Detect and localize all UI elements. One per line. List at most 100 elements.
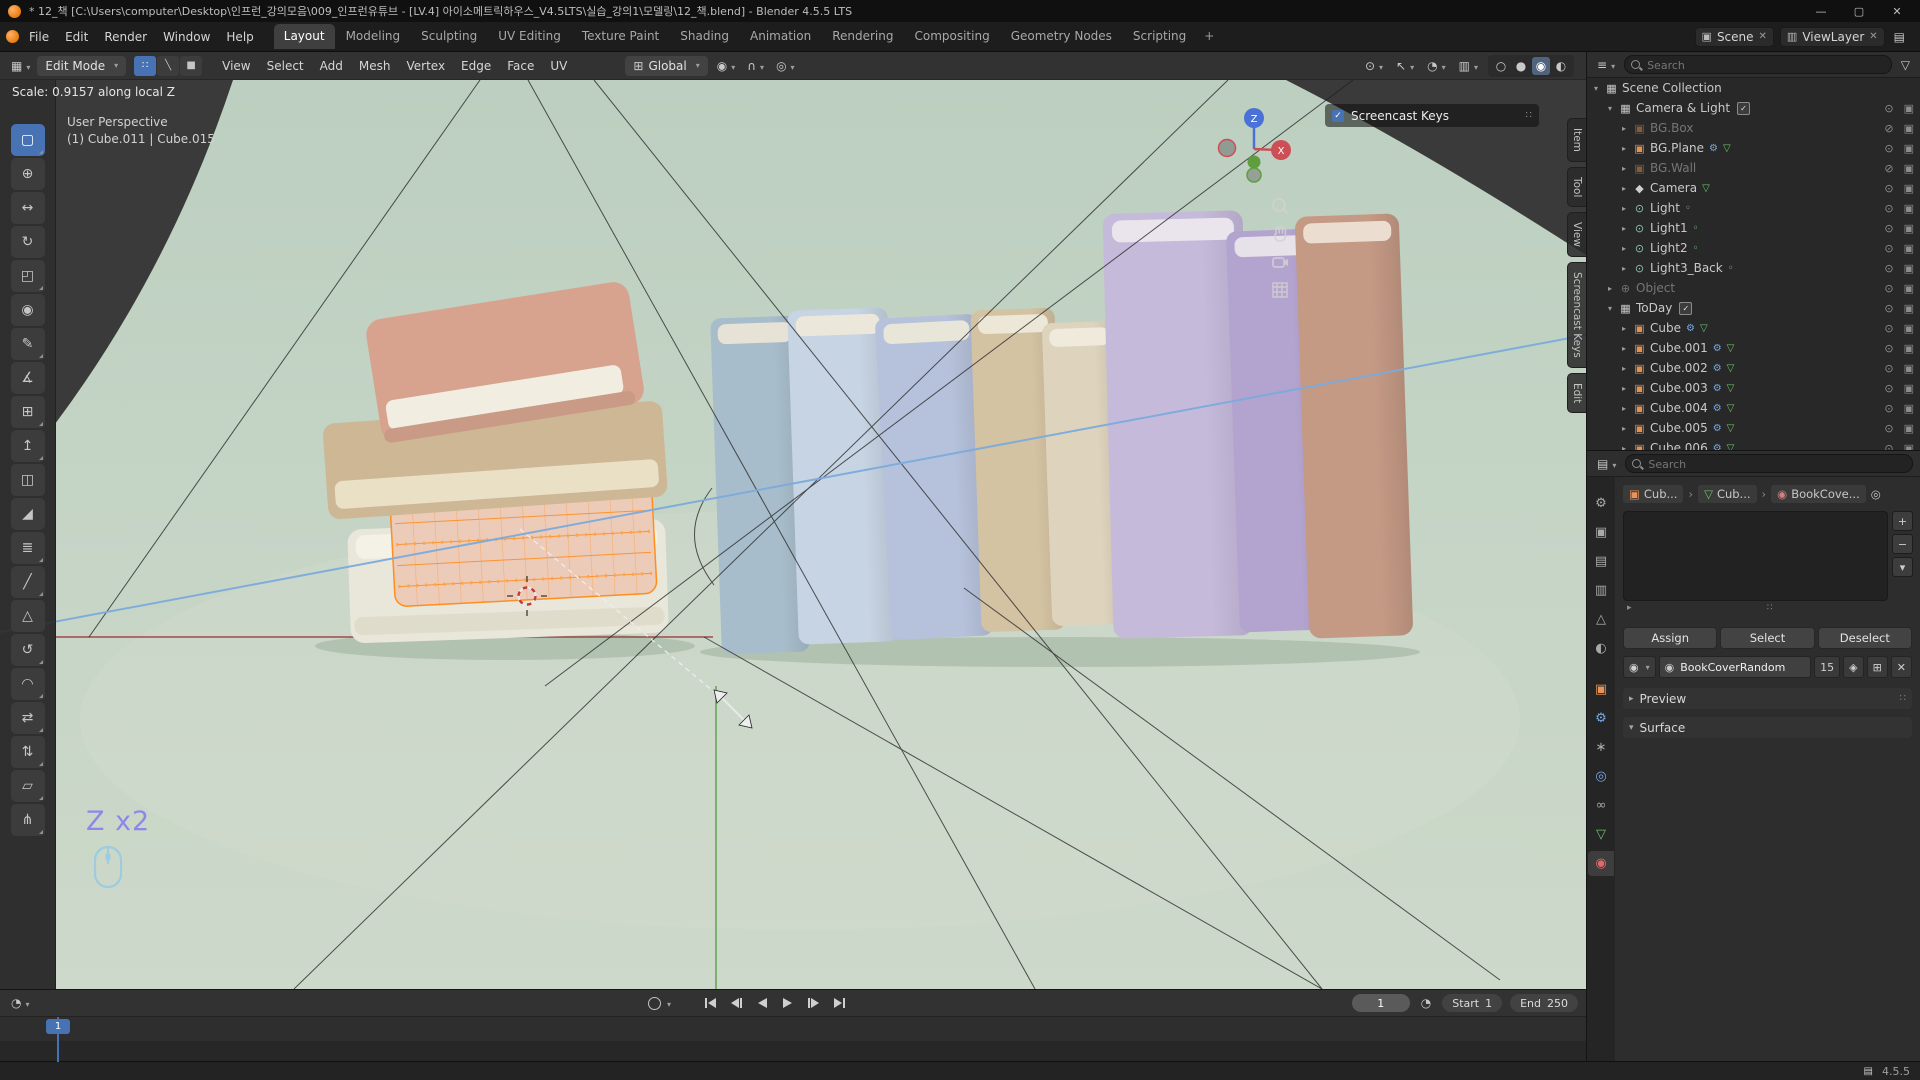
outliner-row-today[interactable]: ▾▦ToDay✓⊙▣ [1587, 298, 1920, 318]
viewport-menu-edge[interactable]: Edge [453, 56, 499, 76]
camera-render-icon[interactable]: ▣ [1904, 142, 1914, 155]
expand-arrow-icon[interactable]: ▸ [1619, 344, 1629, 353]
camera-render-icon[interactable]: ▣ [1904, 282, 1914, 295]
tool-edge-slide[interactable]: ⇄ [11, 702, 45, 734]
camera-render-icon[interactable]: ▣ [1904, 182, 1914, 195]
viewport-menu-face[interactable]: Face [499, 56, 542, 76]
outliner-row-camera[interactable]: ▸◆Camera▽⊙▣ [1587, 178, 1920, 198]
camera-render-icon[interactable]: ▣ [1904, 322, 1914, 335]
outliner-row-cube-006[interactable]: ▸▣Cube.006⚙▽⊙▣ [1587, 438, 1920, 450]
tool-bevel[interactable]: ◢ [11, 498, 45, 530]
outliner-row-cube-002[interactable]: ▸▣Cube.002⚙▽⊙▣ [1587, 358, 1920, 378]
transform-pivot-point-icon[interactable]: ◉ [714, 57, 739, 75]
menu-render[interactable]: Render [96, 27, 155, 47]
sidebar-tab-edit[interactable]: Edit [1567, 373, 1586, 413]
collection-checkbox[interactable]: ✓ [1679, 302, 1692, 315]
workspace-tab-uv-editing[interactable]: UV Editing [488, 24, 571, 49]
unlink-scene-icon[interactable]: ✕ [1759, 31, 1767, 42]
camera-render-icon[interactable]: ▣ [1904, 382, 1914, 395]
viewport-menu-mesh[interactable]: Mesh [351, 56, 399, 76]
pin-icon[interactable]: ◎ [1871, 487, 1881, 501]
workspace-tab-texture-paint[interactable]: Texture Paint [572, 24, 669, 49]
tool-loop-cut[interactable]: ≣ [11, 532, 45, 564]
face-select-button[interactable]: ■ [180, 56, 202, 76]
viewlayer-extras-icon[interactable]: ▤ [1891, 28, 1908, 46]
outliner-row-cube-001[interactable]: ▸▣Cube.001⚙▽⊙▣ [1587, 338, 1920, 358]
users-count-button[interactable]: 15 [1814, 656, 1840, 678]
outliner-editor-icon[interactable]: ≡ [1594, 56, 1618, 74]
properties-tab-constraints[interactable]: ∞ [1588, 793, 1614, 818]
camera-render-icon[interactable]: ▣ [1904, 262, 1914, 275]
collection-checkbox[interactable]: ✓ [1737, 102, 1750, 115]
remove-viewlayer-icon[interactable]: ✕ [1869, 31, 1877, 42]
snap-magnet-icon[interactable]: ∩ [744, 57, 767, 75]
show-gizmos-icon[interactable]: ↖ [1393, 57, 1417, 75]
properties-tab-modifiers[interactable]: ⚙ [1588, 706, 1614, 731]
fake-user-button[interactable]: ◈ [1843, 656, 1863, 678]
auto-keying-toggle[interactable] [648, 996, 671, 1010]
outliner-row-cube-003[interactable]: ▸▣Cube.003⚙▽⊙▣ [1587, 378, 1920, 398]
outliner-row-light[interactable]: ▸⊙Light◦⊙▣ [1587, 198, 1920, 218]
workspace-tab-layout[interactable]: Layout [274, 24, 335, 49]
timeline-tracks[interactable] [0, 1041, 1586, 1062]
outliner-row-light1[interactable]: ▸⊙Light1◦⊙▣ [1587, 218, 1920, 238]
eye-icon[interactable]: ⊙ [1884, 422, 1893, 435]
eye-icon[interactable]: ⊙ [1884, 302, 1893, 315]
sidebar-tab-item[interactable]: Item [1567, 118, 1586, 162]
expand-arrow-icon[interactable]: ▾ [1605, 104, 1615, 113]
viewport-menu-add[interactable]: Add [312, 56, 351, 76]
expand-arrow-icon[interactable]: ▸ [1619, 124, 1629, 133]
eye-icon[interactable]: ⊙ [1884, 242, 1893, 255]
drag-grip-icon[interactable]: ∷ [1526, 110, 1532, 121]
minimize-button[interactable]: — [1806, 5, 1836, 18]
sidebar-tab-view[interactable]: View [1567, 212, 1586, 257]
expand-arrow-icon[interactable]: ▸ [1619, 264, 1629, 273]
tool-cursor[interactable]: ⊕ [11, 158, 45, 190]
tool-scale[interactable]: ◰ [11, 260, 45, 292]
panel-preview[interactable]: ▸ Preview ∷ [1623, 688, 1912, 709]
viewport-menu-uv[interactable]: UV [542, 56, 575, 76]
pan-hand-icon[interactable] [1270, 224, 1290, 244]
eye-icon[interactable]: ⊙ [1884, 382, 1893, 395]
camera-render-icon[interactable]: ▣ [1904, 242, 1914, 255]
viewport-menu-select[interactable]: Select [259, 56, 312, 76]
remove-slot-button[interactable]: − [1892, 534, 1913, 554]
editor-type-icon[interactable]: ▦ [8, 57, 33, 75]
expand-arrow-icon[interactable]: ▸ [1619, 324, 1629, 333]
object-type-visibility-icon[interactable]: ⊙ [1362, 57, 1386, 75]
copy-material-button[interactable]: ⊞ [1867, 656, 1888, 678]
browse-material-button[interactable]: ◉ [1623, 656, 1656, 678]
outliner-row-light2[interactable]: ▸⊙Light2◦⊙▣ [1587, 238, 1920, 258]
eye-icon[interactable]: ⊙ [1884, 202, 1893, 215]
eye-icon[interactable]: ⊙ [1884, 282, 1893, 295]
properties-tab-view-layer[interactable]: ▥ [1588, 578, 1614, 603]
properties-tab-data[interactable]: ▽ [1588, 822, 1614, 847]
show-overlays-icon[interactable]: ◔ [1424, 57, 1449, 75]
keying-set-dropdown[interactable] [663, 996, 671, 1010]
next-keyframe-button[interactable] [804, 994, 824, 1012]
material-preview-shading-icon[interactable]: ◉ [1532, 57, 1550, 75]
tool-rip-region[interactable]: ⋔ [11, 804, 45, 836]
breadcrumb-item[interactable]: ▽Cub... [1698, 485, 1756, 503]
eye-icon[interactable]: ⊙ [1884, 402, 1893, 415]
add-slot-button[interactable]: + [1892, 511, 1913, 531]
workspace-tab-rendering[interactable]: Rendering [822, 24, 903, 49]
breadcrumb-item[interactable]: ▣Cub... [1623, 485, 1683, 503]
eye-off-icon[interactable]: ⊘ [1884, 122, 1893, 135]
expand-arrow-icon[interactable]: ▸ [1619, 164, 1629, 173]
workspace-tab-compositing[interactable]: Compositing [904, 24, 999, 49]
resize-grip-icon[interactable]: ∷ [1767, 603, 1773, 613]
prev-keyframe-button[interactable] [726, 994, 746, 1012]
expand-arrow-icon[interactable]: ▸ [1619, 384, 1629, 393]
maximize-button[interactable]: ▢ [1844, 5, 1874, 18]
sidebar-tab-tool[interactable]: Tool [1567, 167, 1586, 207]
expand-arrow-icon[interactable]: ▸ [1619, 184, 1629, 193]
vertex-select-button[interactable]: ∷ [134, 56, 156, 76]
start-frame-field[interactable]: Start 1 [1442, 994, 1502, 1012]
tool-shear[interactable]: ▱ [11, 770, 45, 802]
tool-move[interactable]: ↔ [11, 192, 45, 224]
slot-specials-menu[interactable]: ▾ [1892, 557, 1913, 577]
navigation-gizmo[interactable]: Z X [1207, 102, 1301, 196]
eye-icon[interactable]: ⊙ [1884, 142, 1893, 155]
properties-tab-material[interactable]: ◉ [1588, 851, 1614, 876]
